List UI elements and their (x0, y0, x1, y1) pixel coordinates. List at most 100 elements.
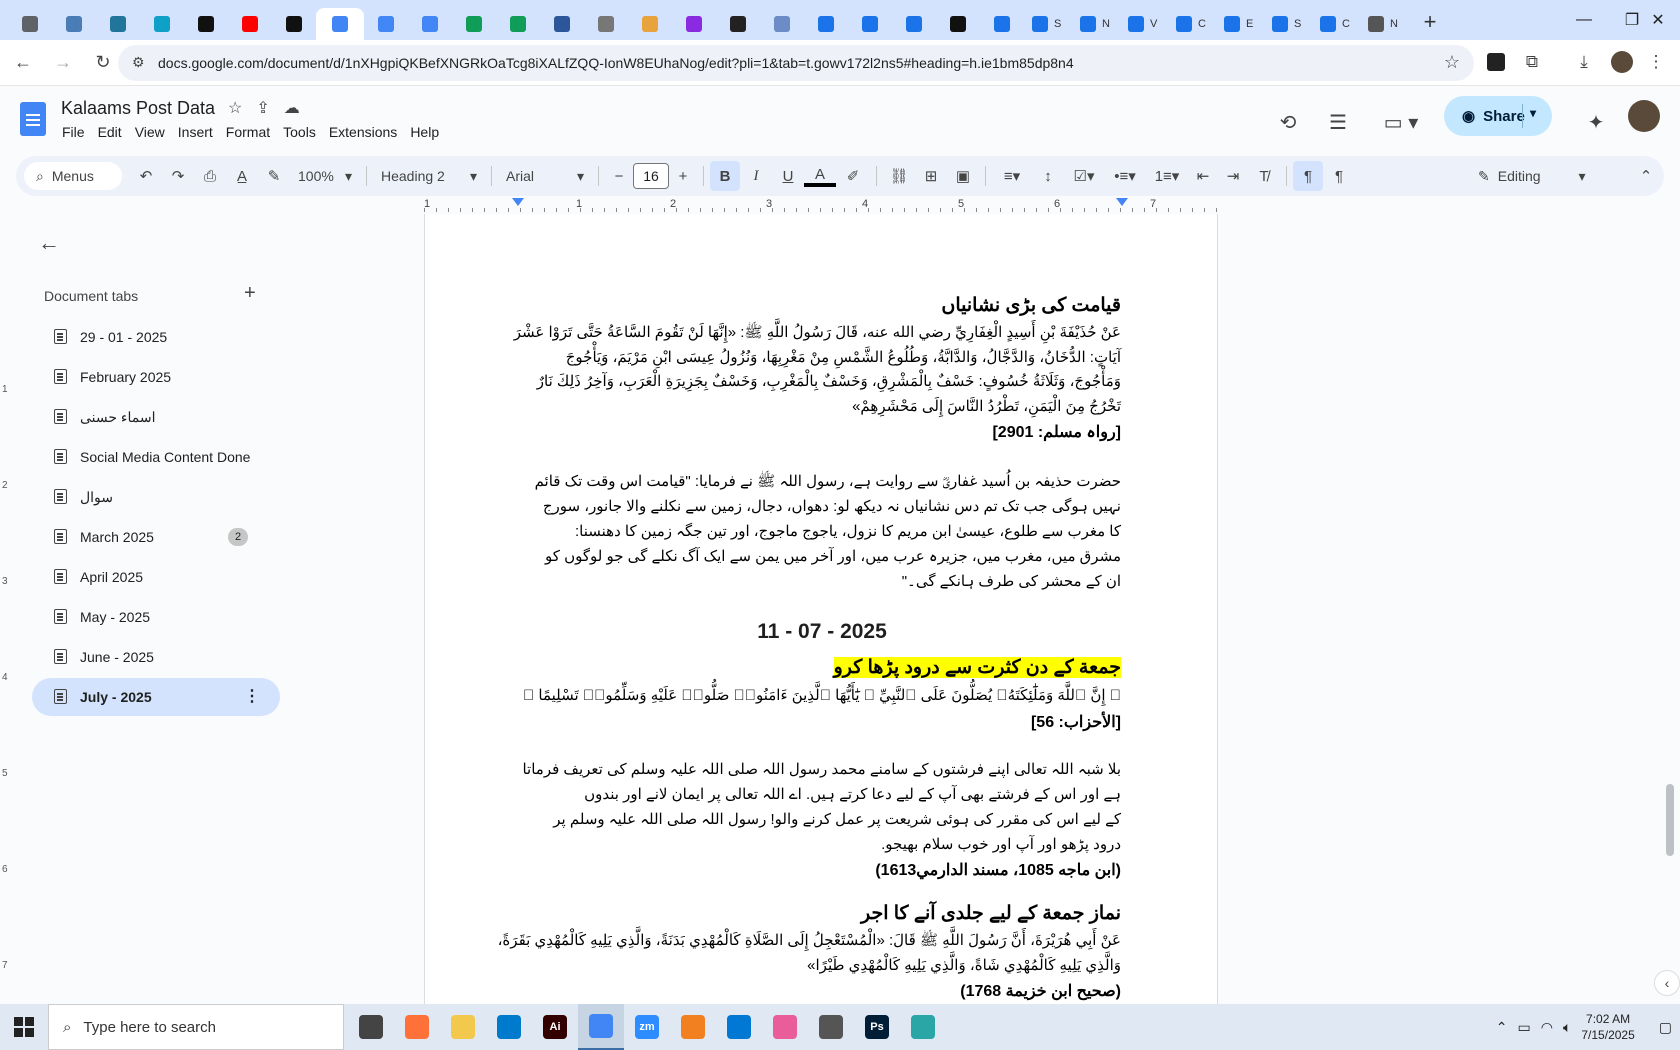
taskbar-app[interactable] (440, 1004, 486, 1050)
horizontal-ruler[interactable]: 11234567 (424, 196, 1218, 214)
undo-icon[interactable]: ↶ (130, 161, 162, 191)
tab-options-icon[interactable]: ⋮ (244, 686, 260, 706)
taskbar-app[interactable] (394, 1004, 440, 1050)
taskbar-app[interactable] (762, 1004, 808, 1050)
browser-tab[interactable] (804, 8, 848, 40)
insert-link-icon[interactable]: ⛓ (883, 161, 915, 191)
forward-icon[interactable]: → (46, 46, 80, 80)
move-folder-icon[interactable]: ⇪ (256, 98, 269, 118)
browser-tab[interactable] (540, 8, 584, 40)
menu-tools[interactable]: Tools (283, 124, 323, 140)
print-icon[interactable]: ⎙ (194, 161, 226, 191)
browser-tab[interactable]: N (1072, 8, 1120, 40)
bulleted-list-icon[interactable]: •≡▾ (1104, 161, 1146, 191)
menu-help[interactable]: Help (410, 124, 446, 140)
decrease-font-icon[interactable]: − (605, 161, 633, 191)
profile-avatar[interactable] (1606, 46, 1638, 78)
left-indent-marker[interactable] (512, 198, 524, 206)
redo-icon[interactable]: ↷ (162, 161, 194, 191)
browser-tab[interactable] (848, 8, 892, 40)
browser-tab[interactable] (452, 8, 496, 40)
wifi-icon[interactable]: ◠ (1541, 1019, 1553, 1036)
cloud-saved-icon[interactable]: ☁ (284, 98, 300, 118)
docs-logo-icon[interactable] (20, 102, 46, 136)
browser-tab[interactable]: C (1168, 8, 1216, 40)
italic-icon[interactable]: I (740, 161, 772, 191)
taskbar-app[interactable] (578, 1004, 624, 1050)
menu-format[interactable]: Format (226, 124, 277, 140)
browser-tab[interactable] (228, 8, 272, 40)
browser-tab[interactable]: C (1312, 8, 1360, 40)
browser-menu-icon[interactable]: ⋮ (1640, 46, 1672, 78)
line-spacing-icon[interactable]: ↕ (1032, 161, 1064, 191)
sidebar-tab-item[interactable]: اسماء حسنی (32, 398, 280, 436)
paint-format-icon[interactable]: ✎ (258, 161, 290, 191)
browser-tab[interactable] (140, 8, 184, 40)
windows-start-icon[interactable] (0, 1004, 48, 1050)
reload-icon[interactable]: ↻ (86, 46, 120, 80)
meet-icon[interactable]: ▭ ▾ (1376, 104, 1426, 140)
bookmark-star-icon[interactable]: ☆ (1444, 52, 1460, 73)
zoom-select[interactable]: 100% ▾ (290, 168, 360, 185)
numbered-list-icon[interactable]: 1≡▾ (1146, 161, 1188, 191)
browser-tab[interactable] (936, 8, 980, 40)
style-select[interactable]: Heading 2 ▾ (373, 168, 485, 185)
taskbar-app[interactable] (486, 1004, 532, 1050)
browser-tab[interactable] (760, 8, 804, 40)
font-select[interactable]: Arial ▾ (498, 168, 592, 185)
sidebar-tab-item[interactable]: June - 2025 (32, 638, 280, 676)
clear-formatting-icon[interactable]: T̸ (1248, 161, 1280, 191)
browser-tab[interactable] (672, 8, 716, 40)
browser-tab[interactable]: V (1120, 8, 1168, 40)
browser-tab[interactable] (8, 8, 52, 40)
clock[interactable]: 7:02 AM 7/15/2025 (1581, 1011, 1634, 1043)
extension-icon[interactable] (1480, 46, 1512, 78)
share-dropdown-icon[interactable]: ▾ (1530, 106, 1536, 120)
browser-tab[interactable] (496, 8, 540, 40)
taskbar-app[interactable] (348, 1004, 394, 1050)
download-icon[interactable]: ⤓ (1568, 46, 1600, 78)
scrollbar[interactable] (1666, 784, 1674, 856)
checklist-icon[interactable]: ☑▾ (1064, 161, 1104, 191)
browser-tab[interactable] (52, 8, 96, 40)
taskbar-app[interactable]: Ai (532, 1004, 578, 1050)
address-bar[interactable]: ⚙ docs.google.com/document/d/1nXHgpiQKBe… (118, 45, 1474, 81)
document-title[interactable]: Kalaams Post Data (61, 98, 215, 119)
sidebar-tab-item[interactable]: April 2025 (32, 558, 280, 596)
browser-tab[interactable] (408, 8, 452, 40)
decrease-indent-icon[interactable]: ⇤ (1188, 161, 1218, 191)
extensions-puzzle-icon[interactable]: ⧉ (1516, 46, 1548, 78)
sidebar-tab-item[interactable]: Social Media Content Done (32, 438, 280, 476)
ltr-icon[interactable]: ¶ (1293, 161, 1323, 191)
insert-image-icon[interactable]: ▣ (947, 161, 979, 191)
minimize-icon[interactable]: — (1560, 0, 1608, 40)
browser-tab[interactable] (316, 8, 364, 40)
sidebar-tab-item[interactable]: May - 2025 (32, 598, 280, 636)
version-history-icon[interactable]: ⟲ (1270, 104, 1306, 140)
browser-tab[interactable] (584, 8, 628, 40)
sidebar-tab-item[interactable]: March 2025 2 (32, 518, 280, 556)
browser-tab[interactable] (96, 8, 140, 40)
bold-icon[interactable]: B (710, 161, 740, 191)
side-panel-toggle-icon[interactable]: ‹ (1654, 970, 1680, 996)
document-page[interactable]: قیامت کی بڑی نشانیاں عَنْ حُذَيْفَةَ بْن… (424, 214, 1218, 1014)
editing-mode-select[interactable]: ✎ Editing ▾ (1478, 159, 1608, 193)
font-size-input[interactable]: 16 (633, 163, 669, 189)
gemini-icon[interactable]: ✦ (1578, 104, 1614, 140)
sidebar-tab-item[interactable]: February 2025 (32, 358, 280, 396)
menu-view[interactable]: View (135, 124, 172, 140)
menu-insert[interactable]: Insert (178, 124, 220, 140)
right-indent-marker[interactable] (1116, 198, 1128, 206)
collapse-toolbar-icon[interactable]: ⌃ (1632, 161, 1660, 191)
taskbar-app[interactable] (716, 1004, 762, 1050)
browser-tab[interactable] (716, 8, 760, 40)
sidebar-tab-item[interactable]: 29 - 01 - 2025 (32, 318, 280, 356)
menu-edit[interactable]: Edit (98, 124, 129, 140)
align-icon[interactable]: ≡▾ (992, 161, 1032, 191)
star-icon[interactable]: ☆ (228, 98, 242, 118)
notifications-icon[interactable]: ▢ (1659, 1019, 1672, 1036)
close-window-icon[interactable]: ✕ (1636, 0, 1680, 40)
browser-tab[interactable] (184, 8, 228, 40)
browser-tab[interactable] (272, 8, 316, 40)
back-icon[interactable]: ← (6, 46, 40, 80)
